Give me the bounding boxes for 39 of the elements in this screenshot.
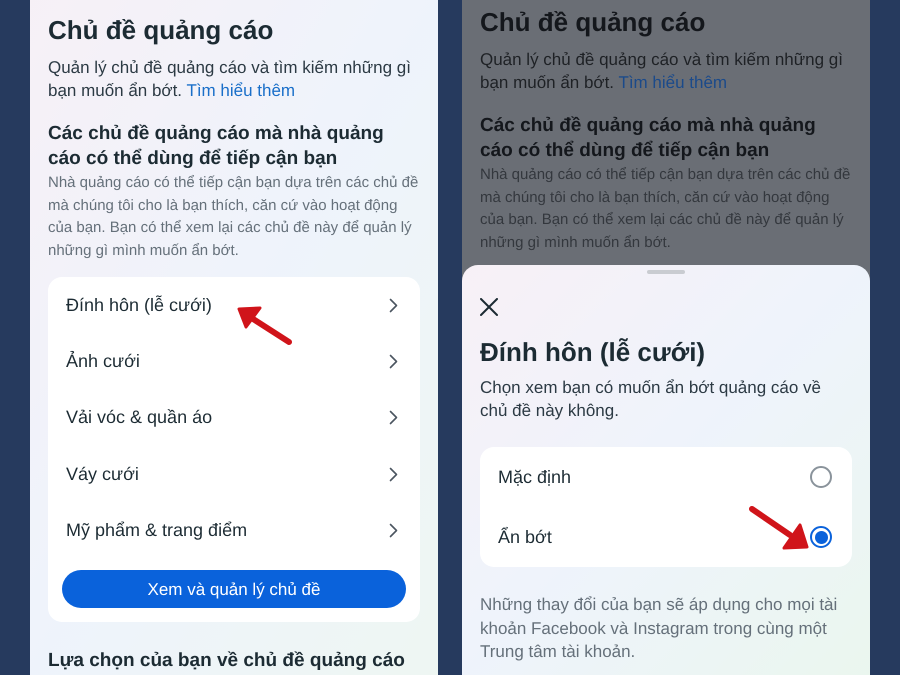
learn-more-link[interactable]: Tìm hiểu thêm <box>186 81 296 100</box>
topic-item[interactable]: Đính hôn (lễ cưới) <box>48 277 420 334</box>
section-heading: Các chủ đề quảng cáo mà nhà quảng cáo có thể dùng để tiếp cận bạn <box>48 122 385 171</box>
option-row[interactable]: Ẩn bớt <box>480 507 852 567</box>
description-text: Quản lý chủ đề quảng cáo và tìm kiếm những gì bạn muốn ẩn bớt. Tìm hiểu thêm <box>48 57 412 102</box>
chevron-right-icon <box>389 522 398 538</box>
topic-item[interactable]: Váy cưới <box>48 446 420 502</box>
chevron-right-icon <box>389 410 398 426</box>
chevron-right-icon <box>389 298 398 313</box>
topic-label: Đính hôn (lễ cưới) <box>66 294 212 317</box>
description-text: Quản lý chủ đề quảng cáo và tìm kiếm những gì bạn muốn ẩn bớt. Tìm hiểu thêm <box>480 49 844 94</box>
topic-label: Váy cưới <box>66 462 139 486</box>
radio-button[interactable] <box>810 466 832 488</box>
option-label: Ẩn bớt <box>498 526 552 548</box>
manage-topics-button[interactable]: Xem và quản lý chủ đề <box>62 570 406 608</box>
chevron-right-icon <box>389 466 398 482</box>
chevron-right-icon <box>389 354 398 369</box>
page-title: Chủ đề quảng cáo <box>480 6 706 39</box>
topic-item[interactable]: Mỹ phẩm & trang điểm <box>48 502 420 558</box>
option-label: Mặc định <box>498 466 572 488</box>
option-row[interactable]: Mặc định <box>480 447 852 507</box>
topic-label: Mỹ phẩm & trang điểm <box>66 518 248 542</box>
arrow-annotation <box>748 505 810 551</box>
topic-label: Vải vóc & quần áo <box>66 406 212 430</box>
footnote-text: Những thay đổi của bạn sẽ áp dụng cho mọi tài khoản Facebook và Instagram trong cùng một Trung tâm tài khoản. <box>480 594 838 663</box>
sheet-description: Chọn xem bạn có muốn ẩn bớt quảng cáo về chủ đề này không. <box>480 377 822 422</box>
arrow-annotation <box>236 305 292 345</box>
close-icon[interactable] <box>480 298 498 316</box>
drag-handle[interactable] <box>647 270 685 274</box>
topic-item[interactable]: Vải vóc & quần áo <box>48 390 420 446</box>
radio-button[interactable] <box>810 526 832 548</box>
page-title: Chủ đề quảng cáo <box>48 14 274 47</box>
section-description: Nhà quảng cáo có thể tiếp cận bạn dựa trên các chủ đề mà chúng tôi cho là bạn thích, căn cứ vào hoạt động của bạn. Bạn có thể xem lại các chủ đề này để quản lý những gì mình muốn ẩn bớt. <box>48 173 420 260</box>
topic-item[interactable]: Ảnh cưới <box>48 333 420 390</box>
section-heading: Các chủ đề quảng cáo mà nhà quảng cáo có thể dùng để tiếp cận bạn <box>480 114 817 163</box>
sheet-title: Đính hôn (lễ cưới) <box>480 336 706 369</box>
topic-label: Ảnh cưới <box>66 350 140 373</box>
section-heading: Lựa chọn của bạn về chủ đề quảng cáo <box>48 649 406 674</box>
section-description: Nhà quảng cáo có thể tiếp cận bạn dựa trên các chủ đề mà chúng tôi cho là bạn thích, căn cứ vào hoạt động của bạn. Bạn có thể xem lại các chủ đề này để quản lý những gì mình muốn ẩn bớt. <box>480 165 852 252</box>
